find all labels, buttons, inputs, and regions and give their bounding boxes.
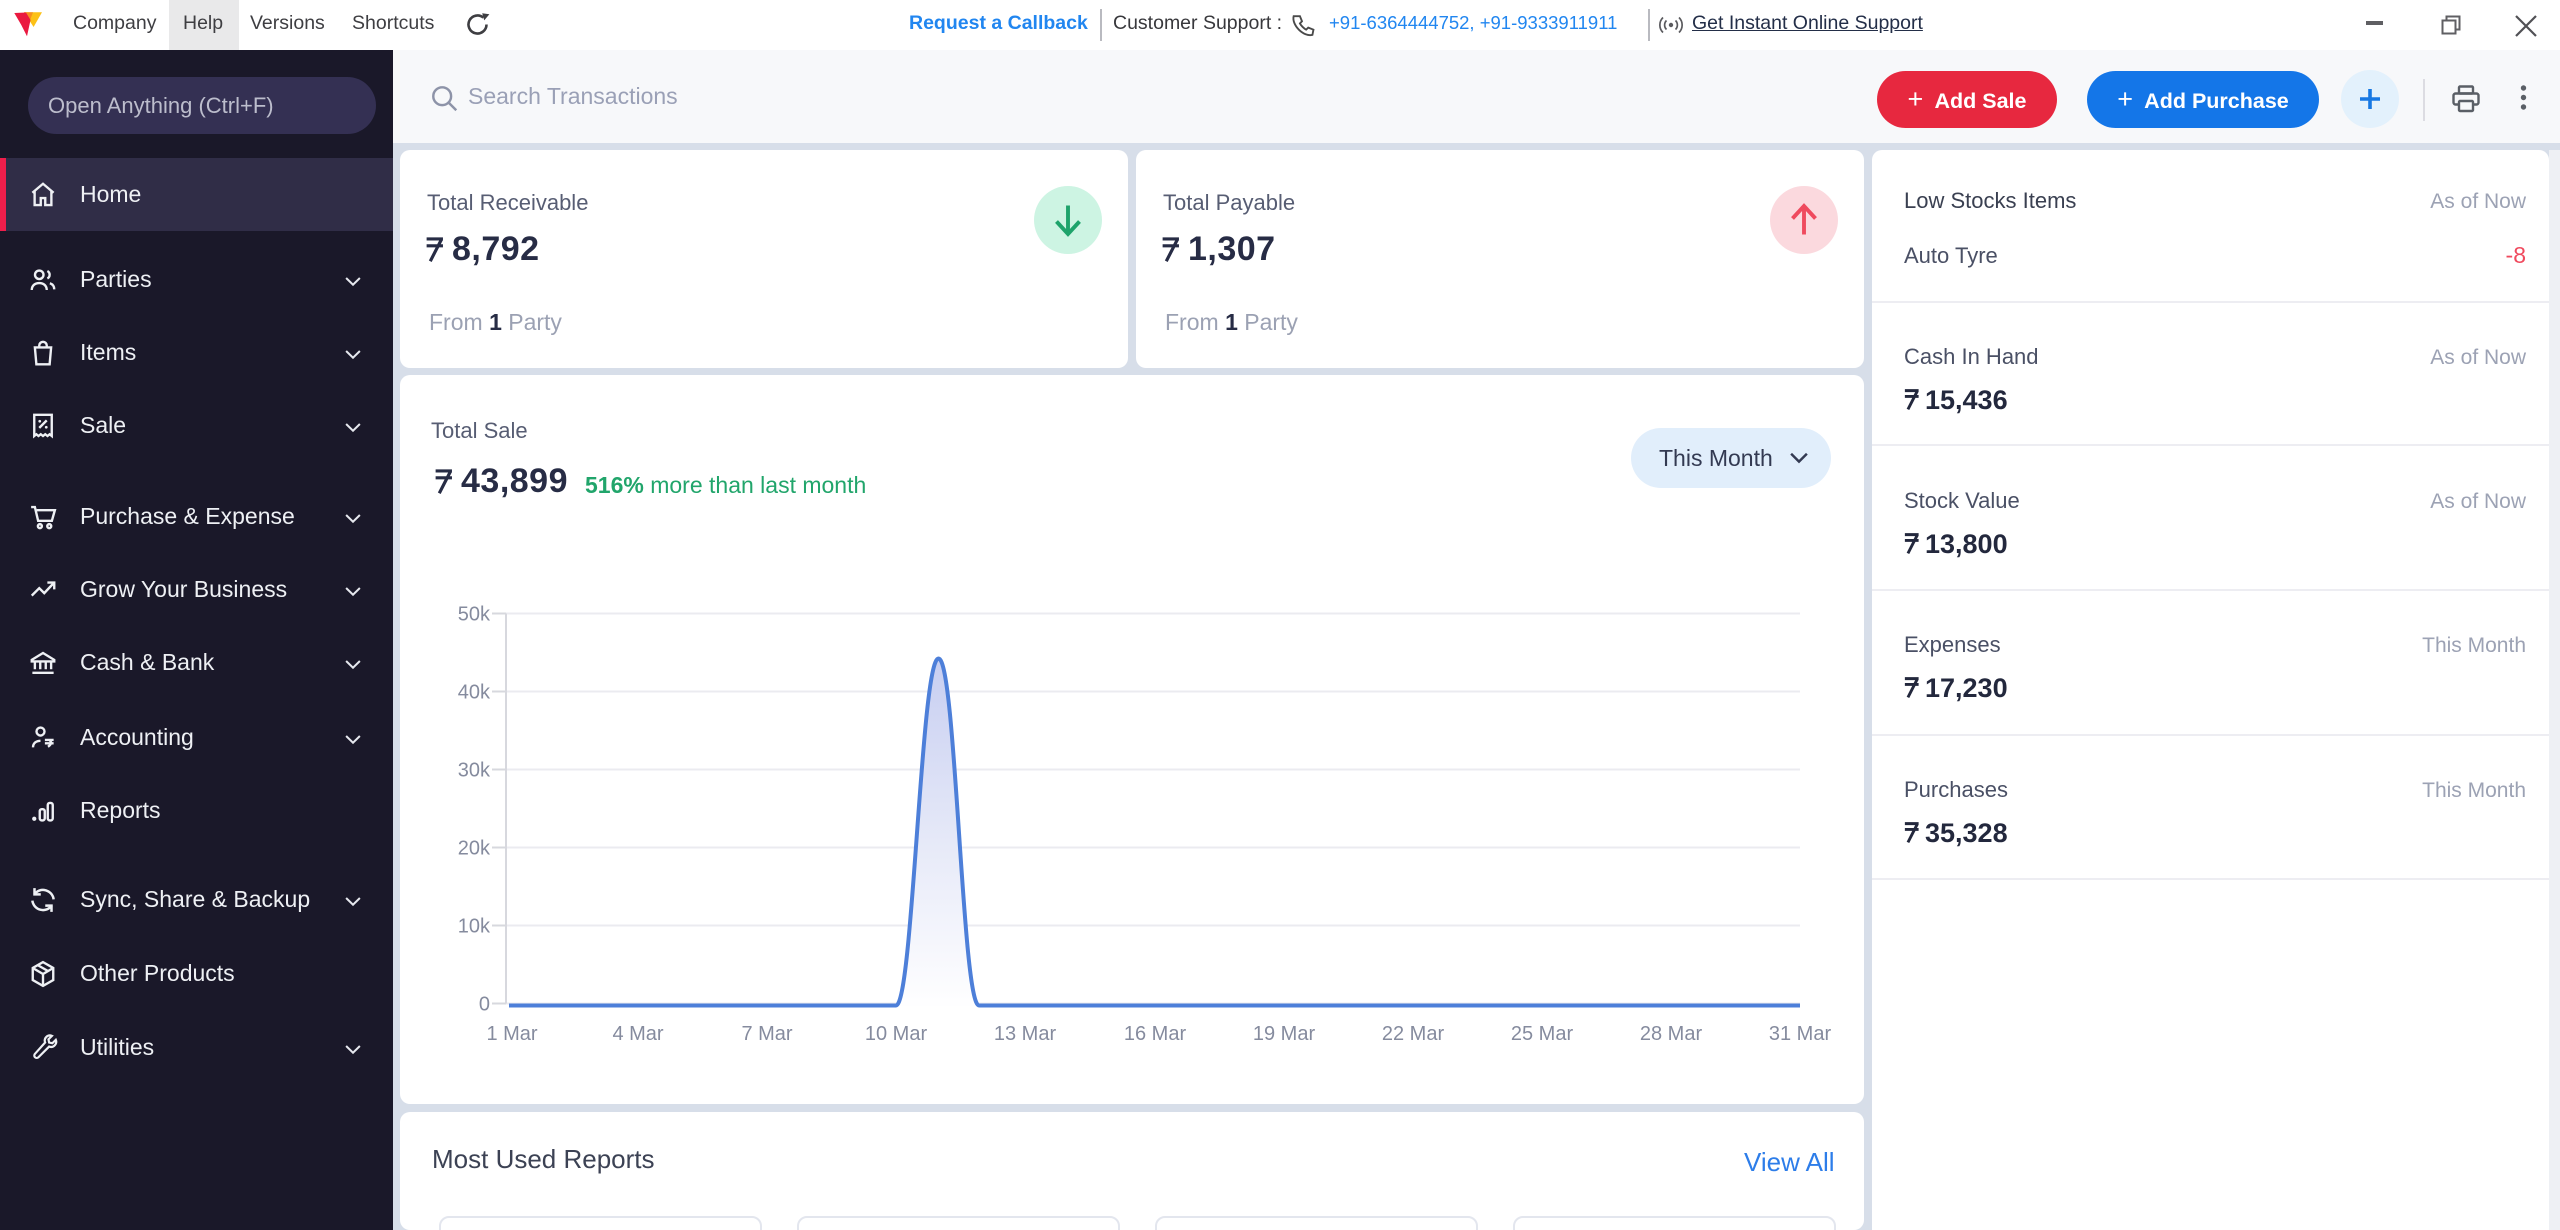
svg-text:13 Mar: 13 Mar	[994, 1023, 1057, 1045]
svg-text:4 Mar: 4 Mar	[612, 1023, 663, 1045]
svg-text:0: 0	[479, 994, 490, 1016]
svg-text:22 Mar: 22 Mar	[1382, 1023, 1445, 1045]
svg-text:25 Mar: 25 Mar	[1511, 1023, 1574, 1045]
svg-text:20k: 20k	[458, 838, 491, 860]
svg-text:10k: 10k	[458, 916, 491, 938]
svg-text:50k: 50k	[458, 604, 491, 626]
svg-text:19 Mar: 19 Mar	[1253, 1023, 1316, 1045]
svg-text:40k: 40k	[458, 682, 491, 704]
svg-text:31 Mar: 31 Mar	[1769, 1023, 1832, 1045]
svg-text:30k: 30k	[458, 760, 491, 782]
svg-text:16 Mar: 16 Mar	[1124, 1023, 1187, 1045]
svg-text:1 Mar: 1 Mar	[486, 1023, 537, 1045]
svg-text:10 Mar: 10 Mar	[865, 1023, 928, 1045]
svg-text:7 Mar: 7 Mar	[741, 1023, 792, 1045]
svg-text:28 Mar: 28 Mar	[1640, 1023, 1703, 1045]
